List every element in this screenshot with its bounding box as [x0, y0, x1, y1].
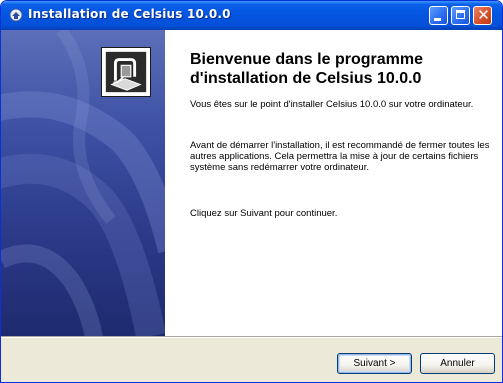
window-title: Installation de Celsius 10.0.0	[28, 7, 231, 21]
title-bar[interactable]: Installation de Celsius 10.0.0 ✕	[1, 1, 502, 30]
close-apps-paragraph: Avant de démarrer l'installation, il est…	[190, 140, 490, 173]
welcome-heading: Bienvenue dans le programme d'installati…	[190, 51, 423, 87]
close-button[interactable]: ✕	[473, 6, 492, 25]
minimize-icon	[434, 18, 441, 21]
installer-box-icon	[101, 47, 151, 97]
cancel-button[interactable]: Annuler	[420, 353, 495, 374]
next-button[interactable]: Suivant >	[337, 353, 412, 374]
intro-paragraph: Vous êtes sur le point d'installer Celsi…	[190, 99, 474, 110]
continue-instruction: Cliquez sur Suivant pour continuer.	[190, 208, 338, 219]
installer-window: Installation de Celsius 10.0.0 ✕ Bienven…	[0, 0, 503, 383]
wizard-sidebar-banner	[1, 30, 165, 336]
close-icon: ✕	[477, 6, 490, 24]
minimize-button[interactable]	[429, 6, 448, 25]
installer-icon	[9, 8, 23, 22]
maximize-icon	[456, 10, 465, 19]
welcome-content-panel: Bienvenue dans le programme d'installati…	[165, 30, 502, 336]
wizard-footer: Suivant > Annuler	[1, 338, 502, 382]
maximize-button[interactable]	[451, 6, 470, 25]
